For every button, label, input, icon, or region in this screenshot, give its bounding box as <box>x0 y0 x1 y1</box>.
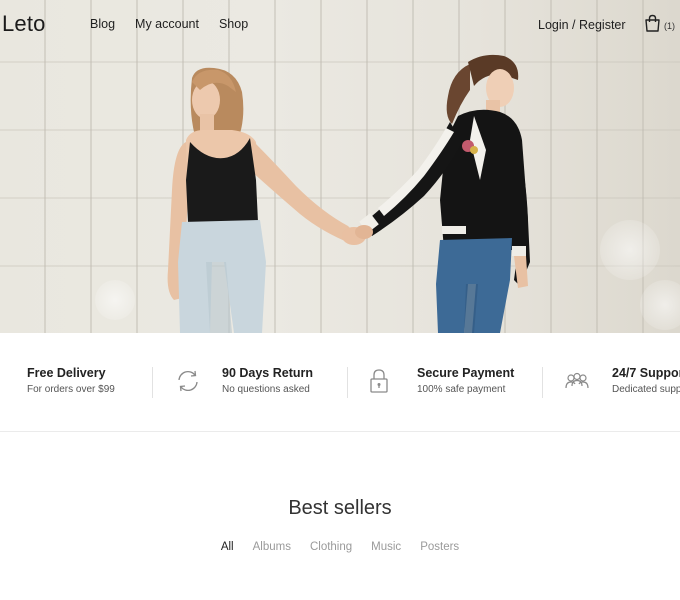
feature-title: 24/7 Support <box>612 366 680 380</box>
woman-left <box>167 67 358 333</box>
feature-subtitle: For orders over $99 <box>27 384 115 395</box>
product-filter-tabs: All Albums Clothing Music Posters <box>0 541 680 553</box>
best-sellers-title: Best sellers <box>288 497 392 519</box>
feature-title: Free Delivery <box>27 366 106 380</box>
feature-secure-payment: Secure Payment 100% safe payment <box>348 333 542 431</box>
cart-count: (1) <box>664 21 675 31</box>
nav-link-shop[interactable]: Shop <box>219 17 248 31</box>
filter-tab-albums[interactable]: Albums <box>253 541 291 553</box>
feature-support: 24/7 Support Dedicated support <box>543 333 680 431</box>
site-header: Leto Blog My account Shop Login / Regist… <box>0 0 680 50</box>
filter-tab-all[interactable]: All <box>221 541 234 553</box>
cart-button[interactable]: (1) <box>644 14 675 32</box>
features-bar: Free Delivery For orders over $99 90 Day… <box>0 333 680 432</box>
refresh-icon <box>178 370 198 392</box>
nav-link-my-account[interactable]: My account <box>135 17 199 31</box>
filter-tab-posters[interactable]: Posters <box>420 541 459 553</box>
feature-title: Secure Payment <box>417 366 515 380</box>
filter-tab-music[interactable]: Music <box>371 541 401 553</box>
shopping-bag-icon <box>645 14 660 32</box>
filter-tab-clothing[interactable]: Clothing <box>310 541 352 553</box>
login-register-link[interactable]: Login / Register <box>538 18 626 32</box>
support-icon <box>565 372 589 389</box>
main-nav: Blog My account Shop <box>90 17 248 31</box>
feature-returns: 90 Days Return No questions asked <box>153 333 347 431</box>
feature-subtitle: 100% safe payment <box>417 384 506 395</box>
lock-icon <box>370 369 388 393</box>
feature-subtitle: No questions asked <box>222 384 310 395</box>
site-logo[interactable]: Leto <box>2 11 46 37</box>
woman-right <box>359 54 530 333</box>
feature-subtitle: Dedicated support <box>612 384 680 395</box>
feature-title: 90 Days Return <box>222 366 314 380</box>
nav-link-blog[interactable]: Blog <box>90 17 115 31</box>
feature-free-delivery: Free Delivery For orders over $99 <box>0 333 150 431</box>
